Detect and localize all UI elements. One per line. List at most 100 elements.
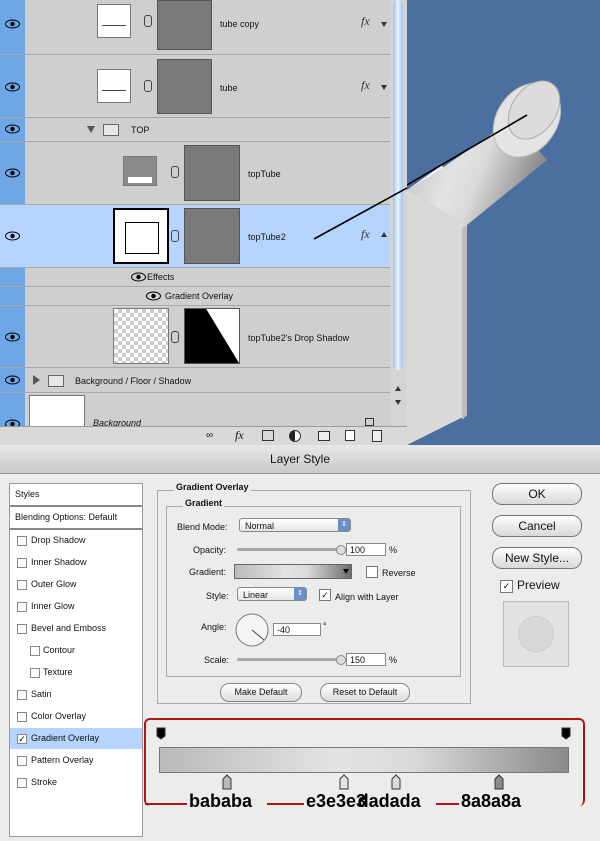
group-name[interactable]: TOP bbox=[131, 125, 149, 135]
checkbox[interactable] bbox=[30, 668, 40, 678]
style-item-color-overlay[interactable]: Color Overlay bbox=[10, 706, 142, 727]
layer-name[interactable]: tube copy bbox=[220, 19, 259, 29]
style-select[interactable]: Linear ⇕ bbox=[237, 587, 307, 601]
new-layer-icon[interactable] bbox=[345, 430, 355, 441]
disclosure-triangle-icon[interactable] bbox=[33, 375, 40, 385]
checkbox[interactable] bbox=[17, 690, 27, 700]
layer-row-tube-copy[interactable]: tube copy fx bbox=[0, 0, 390, 55]
slider-knob[interactable] bbox=[336, 545, 346, 555]
make-default-button[interactable]: Make Default bbox=[220, 683, 302, 702]
layer-mask-thumbnail[interactable] bbox=[184, 208, 240, 264]
opacity-stop-icon[interactable] bbox=[156, 727, 166, 740]
document-canvas[interactable] bbox=[407, 0, 600, 445]
gradient-preview-bar[interactable] bbox=[159, 747, 569, 773]
blending-options-item[interactable]: Blending Options: Default bbox=[10, 507, 142, 530]
angle-dial[interactable] bbox=[234, 612, 270, 648]
expand-effects-icon[interactable] bbox=[381, 85, 387, 90]
fx-icon[interactable]: fx bbox=[361, 78, 370, 93]
eye-icon[interactable] bbox=[4, 230, 21, 242]
new-style-button[interactable]: New Style... bbox=[492, 547, 582, 569]
dropdown-arrow-icon[interactable] bbox=[343, 569, 349, 574]
layer-group-top[interactable]: TOP bbox=[0, 118, 390, 142]
chain-link-icon[interactable] bbox=[144, 80, 152, 92]
checkbox[interactable] bbox=[30, 646, 40, 656]
checkbox[interactable] bbox=[17, 580, 27, 590]
checkbox[interactable] bbox=[17, 558, 27, 568]
slider-knob[interactable] bbox=[336, 655, 346, 665]
style-item-stroke[interactable]: Stroke bbox=[10, 772, 142, 793]
opacity-stop-icon[interactable] bbox=[561, 727, 571, 740]
layer-row-tube[interactable]: tube fx bbox=[0, 55, 390, 118]
eye-icon[interactable] bbox=[130, 271, 147, 283]
checkbox[interactable] bbox=[17, 756, 27, 766]
style-item-satin[interactable]: Satin bbox=[10, 684, 142, 705]
scale-slider[interactable] bbox=[237, 655, 346, 665]
layer-name[interactable]: tube bbox=[220, 83, 238, 93]
style-item-bevel-emboss[interactable]: Bevel and Emboss bbox=[10, 618, 142, 639]
eye-icon[interactable] bbox=[4, 331, 21, 343]
fx-icon[interactable]: fx bbox=[235, 428, 244, 443]
checkbox[interactable] bbox=[17, 712, 27, 722]
link-icon[interactable]: ∞ bbox=[206, 430, 213, 441]
cancel-button[interactable]: Cancel bbox=[492, 515, 582, 537]
eye-icon[interactable] bbox=[4, 123, 21, 135]
layer-mask-thumbnail[interactable] bbox=[157, 59, 212, 114]
style-item-drop-shadow[interactable]: Drop Shadow bbox=[10, 530, 142, 551]
checkbox[interactable] bbox=[17, 624, 27, 634]
effect-gradient-overlay-row[interactable]: Gradient Overlay bbox=[0, 287, 390, 306]
color-stop-icon[interactable] bbox=[494, 774, 504, 790]
style-item-contour[interactable]: Contour bbox=[10, 640, 142, 661]
style-item-inner-glow[interactable]: Inner Glow bbox=[10, 596, 142, 617]
shadow-mask-thumbnail[interactable] bbox=[184, 308, 240, 364]
group-name[interactable]: Background / Floor / Shadow bbox=[75, 376, 191, 386]
layer-name[interactable]: topTube bbox=[248, 169, 281, 179]
disclosure-triangle-icon[interactable] bbox=[87, 126, 95, 133]
ok-button[interactable]: OK bbox=[492, 483, 582, 505]
layer-group-background-floor-shadow[interactable]: Background / Floor / Shadow bbox=[0, 368, 390, 393]
checkbox[interactable] bbox=[17, 536, 27, 546]
checkbox[interactable] bbox=[17, 778, 27, 788]
expand-effects-icon[interactable] bbox=[381, 22, 387, 27]
layer-row-drop-shadow[interactable]: topTube2's Drop Shadow bbox=[0, 306, 390, 368]
color-stop-icon[interactable] bbox=[222, 774, 232, 790]
align-with-layer-checkbox[interactable]: ✓ bbox=[319, 589, 331, 601]
fx-icon[interactable]: fx bbox=[361, 14, 370, 29]
chain-link-icon[interactable] bbox=[171, 331, 179, 343]
style-item-inner-shadow[interactable]: Inner Shadow bbox=[10, 552, 142, 573]
style-item-texture[interactable]: Texture bbox=[10, 662, 142, 683]
eye-icon[interactable] bbox=[145, 290, 162, 302]
chain-link-icon[interactable] bbox=[171, 166, 179, 178]
style-item-gradient-overlay-selected[interactable]: ✓ Gradient Overlay bbox=[10, 728, 142, 749]
color-stop-icon[interactable] bbox=[339, 774, 349, 790]
gradient-picker[interactable] bbox=[234, 564, 352, 579]
style-item-outer-glow[interactable]: Outer Glow bbox=[10, 574, 142, 595]
trash-icon[interactable] bbox=[372, 430, 382, 442]
opacity-input[interactable]: 100 bbox=[346, 543, 386, 556]
style-item-pattern-overlay[interactable]: Pattern Overlay bbox=[10, 750, 142, 771]
scale-input[interactable]: 150 bbox=[346, 653, 386, 666]
preview-checkbox[interactable]: ✓ bbox=[500, 580, 513, 593]
styles-header[interactable]: Styles bbox=[10, 484, 142, 507]
scroll-down-icon[interactable] bbox=[395, 400, 401, 405]
chain-link-icon[interactable] bbox=[171, 230, 179, 242]
chain-link-icon[interactable] bbox=[144, 15, 152, 27]
blend-mode-select[interactable]: Normal ⇕ bbox=[239, 518, 351, 532]
layer-mask-thumbnail[interactable] bbox=[184, 145, 240, 201]
effect-name[interactable]: Gradient Overlay bbox=[165, 291, 233, 301]
checkbox[interactable] bbox=[17, 602, 27, 612]
checkbox-checked[interactable]: ✓ bbox=[17, 734, 27, 744]
eye-icon[interactable] bbox=[4, 81, 21, 93]
mask-icon[interactable] bbox=[262, 430, 274, 441]
effects-row[interactable]: Effects bbox=[0, 268, 390, 287]
folder-icon[interactable] bbox=[318, 431, 330, 441]
eye-icon[interactable] bbox=[4, 374, 21, 386]
reverse-checkbox[interactable] bbox=[366, 566, 378, 578]
reset-to-default-button[interactable]: Reset to Default bbox=[320, 683, 410, 702]
scroll-up-icon[interactable] bbox=[395, 386, 401, 391]
color-stop-icon[interactable] bbox=[391, 774, 401, 790]
layer-name[interactable]: topTube2 bbox=[248, 232, 286, 242]
eye-icon[interactable] bbox=[4, 18, 21, 30]
adjustment-icon[interactable] bbox=[289, 430, 301, 442]
opacity-slider[interactable] bbox=[237, 545, 346, 555]
angle-input[interactable]: -40 bbox=[273, 623, 321, 636]
